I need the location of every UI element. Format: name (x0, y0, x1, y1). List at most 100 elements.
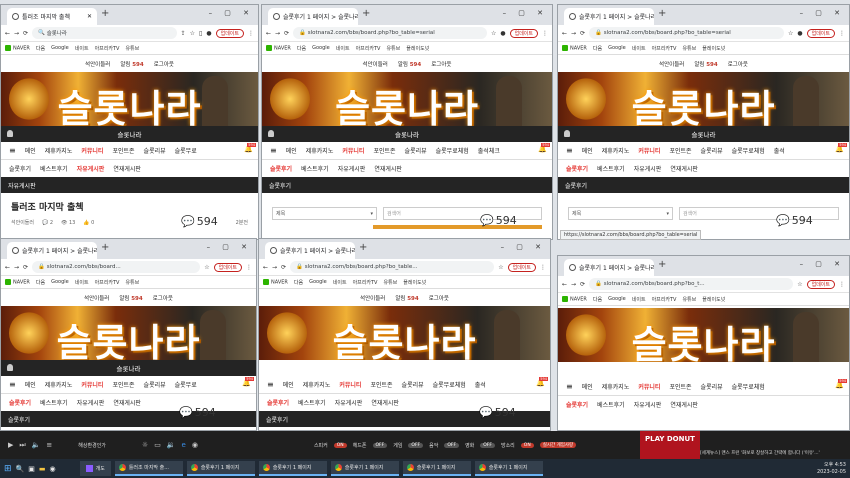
menu-icon[interactable]: ⋮ (246, 264, 252, 271)
bookmark-afreeca[interactable]: 아프리카TV (95, 45, 120, 52)
site-banner[interactable]: 슬롯나라 (262, 72, 552, 126)
bell-icon[interactable]: 🔔 594 (538, 143, 550, 153)
url-field[interactable]: 🔒 slotnara2.com/bbs/board... (32, 261, 201, 273)
bookmark-daum[interactable]: 다음 (593, 296, 602, 303)
next-icon[interactable]: ⏭ (19, 441, 25, 450)
nav-item-review[interactable]: 슬롯리뷰 (402, 380, 424, 389)
subnav-free[interactable]: 자유게시판 (77, 398, 105, 407)
nav-item-points[interactable]: 포인트존 (112, 146, 134, 155)
bookmark-youtube[interactable]: 유튜브 (386, 45, 400, 52)
forward-icon[interactable]: → (275, 30, 280, 37)
reload-icon[interactable]: ⟳ (284, 30, 289, 37)
bookmark-google[interactable]: Google (312, 45, 330, 51)
bookmark-daum[interactable]: 다음 (297, 45, 306, 52)
url-field[interactable]: 🔒 slotnara2.com/bbs/board.php?bo_t... (589, 278, 794, 290)
points-badge[interactable]: 💬 594 (776, 214, 813, 227)
subnav-free[interactable]: 자유게시판 (335, 398, 363, 407)
subnav-free[interactable]: 자유게시판 (634, 164, 662, 173)
nav-item-review[interactable]: 슬롯리뷰 (144, 380, 166, 389)
nav-item-free[interactable]: 슬롯무료체험 (732, 146, 765, 155)
logout-link[interactable]: 로그아웃 (431, 60, 451, 68)
headphone-toggle[interactable]: OFF (372, 442, 388, 448)
bookmark-google[interactable]: Google (51, 279, 69, 285)
update-button[interactable]: 업데이트 (507, 262, 536, 272)
subnav-review[interactable]: 슬롯후기 (566, 164, 588, 173)
taskbar-chrome-4[interactable]: 슬롯후기 1 페이지 (330, 461, 399, 476)
bookmark-daum[interactable]: 다음 (36, 279, 45, 286)
bookmark-nate[interactable]: 네이트 (75, 45, 89, 52)
nav-item-main[interactable]: 메인 (286, 146, 297, 155)
equalizer-icon[interactable]: ≡ (46, 441, 52, 449)
star-icon[interactable]: ☆ (190, 30, 195, 37)
reload-icon[interactable]: ⟳ (281, 264, 286, 271)
nav-item-community[interactable]: 커뮤니티 (81, 380, 103, 389)
bookmark-playdonut[interactable]: 플레이도넛 (403, 279, 426, 286)
subnav-serial[interactable]: 연재게시판 (113, 164, 141, 173)
notification-link[interactable]: 알림 594 (398, 60, 421, 68)
points-badge[interactable]: 💬 594 (479, 406, 516, 419)
folder-icon[interactable]: ▬ (39, 465, 46, 473)
monitor-icon[interactable]: ▭ (154, 441, 161, 449)
logout-link[interactable]: 로그아웃 (429, 294, 449, 302)
bell-icon[interactable]: 🔔 594 (242, 377, 254, 387)
new-tab-icon[interactable]: + (658, 259, 666, 270)
new-tab-icon[interactable]: + (658, 8, 666, 19)
star-icon[interactable]: ☆ (797, 281, 802, 288)
star-icon[interactable]: ☆ (498, 264, 503, 271)
bookmark-afreeca[interactable]: 아프리카TV (95, 279, 120, 286)
hamburger-icon[interactable]: ≡ (270, 146, 277, 155)
nav-item-main[interactable]: 메인 (25, 146, 36, 155)
url-field[interactable]: 🔒 slotnara2.com/bbs/board.php?bo_table=s… (293, 27, 487, 39)
nav-item-review[interactable]: 슬롯리뷰 (701, 382, 723, 391)
nav-item-main[interactable]: 메인 (283, 380, 294, 389)
points-badge[interactable]: 💬 594 (480, 214, 517, 227)
bookmark-afreeca[interactable]: 아프리카TV (652, 45, 677, 52)
bookmark-google[interactable]: Google (608, 45, 626, 51)
bookmark-naver[interactable]: NAVER (562, 44, 587, 51)
hamburger-icon[interactable]: ≡ (566, 146, 573, 155)
url-field[interactable]: 🔒 slotnara2.com/bbs/board.php?bo_table..… (290, 261, 495, 273)
bookmark-nate[interactable]: 네이트 (632, 296, 646, 303)
author-name[interactable]: 석안이들러 (11, 219, 34, 226)
nav-item-main[interactable]: 메인 (582, 382, 593, 391)
subnav-free[interactable]: 자유게시판 (77, 164, 105, 173)
hamburger-icon[interactable]: ≡ (9, 380, 16, 389)
taskbar-chrome-1[interactable]: 틀러조 마지막 출... (114, 461, 183, 476)
site-banner[interactable]: 슬롯나라 (558, 308, 849, 362)
subnav-best[interactable]: 베스트후기 (298, 398, 326, 407)
nav-item-casino[interactable]: 제휴카지노 (45, 146, 73, 155)
nav-item-attend[interactable]: 출석 (475, 380, 486, 389)
bell-icon[interactable]: 🔔 594 (536, 377, 548, 387)
nav-item-free[interactable]: 슬롯무료체험 (433, 380, 466, 389)
bookmark-nate[interactable]: 네이트 (336, 45, 350, 52)
game-toggle[interactable]: OFF (408, 442, 424, 448)
live-game-button[interactable]: 실시간 게임사랑 (539, 442, 577, 448)
bookmark-naver[interactable]: NAVER (562, 295, 587, 302)
nav-item-casino[interactable]: 제휴카지노 (602, 382, 630, 391)
bookmark-naver[interactable]: NAVER (5, 44, 30, 51)
forward-icon[interactable]: → (571, 281, 576, 288)
forward-icon[interactable]: → (272, 264, 277, 271)
browser-tab[interactable]: 슬롯후기 1 페이지 > 슬롯나라✕ (7, 242, 97, 259)
update-button[interactable]: 업데이트 (213, 262, 242, 272)
forward-icon[interactable]: → (14, 264, 19, 271)
username[interactable]: 석안이들러 (85, 60, 110, 68)
site-banner[interactable]: 슬롯나라 (558, 72, 849, 126)
nav-item-review[interactable]: 슬롯리뷰 (701, 146, 723, 155)
menu-icon[interactable]: ⋮ (540, 264, 546, 271)
close-tab-icon[interactable]: ✕ (87, 13, 92, 20)
taskbar-chrome-3[interactable]: 슬롯후기 1 페이지 (258, 461, 327, 476)
notification-link[interactable]: 알림 594 (395, 294, 418, 302)
browser-tab[interactable]: 슬롯후기 1 페이지 > 슬롯나라✕ (265, 242, 355, 259)
new-tab-icon[interactable]: + (359, 242, 367, 253)
site-banner[interactable]: 슬롯나라 (1, 306, 256, 360)
update-button[interactable]: 업데이트 (806, 279, 835, 289)
subnav-serial[interactable]: 연재게시판 (113, 398, 141, 407)
nav-item-community[interactable]: 커뮤니티 (339, 380, 361, 389)
nav-item-casino[interactable]: 제휴카지노 (306, 146, 334, 155)
nav-item-community[interactable]: 커뮤니티 (638, 382, 660, 391)
nav-item-casino[interactable]: 제휴카지노 (303, 380, 331, 389)
room-toggle[interactable]: ON (520, 442, 534, 448)
search-input[interactable]: 검색어 (679, 207, 839, 220)
subnav-review[interactable]: 슬롯후기 (566, 400, 588, 409)
